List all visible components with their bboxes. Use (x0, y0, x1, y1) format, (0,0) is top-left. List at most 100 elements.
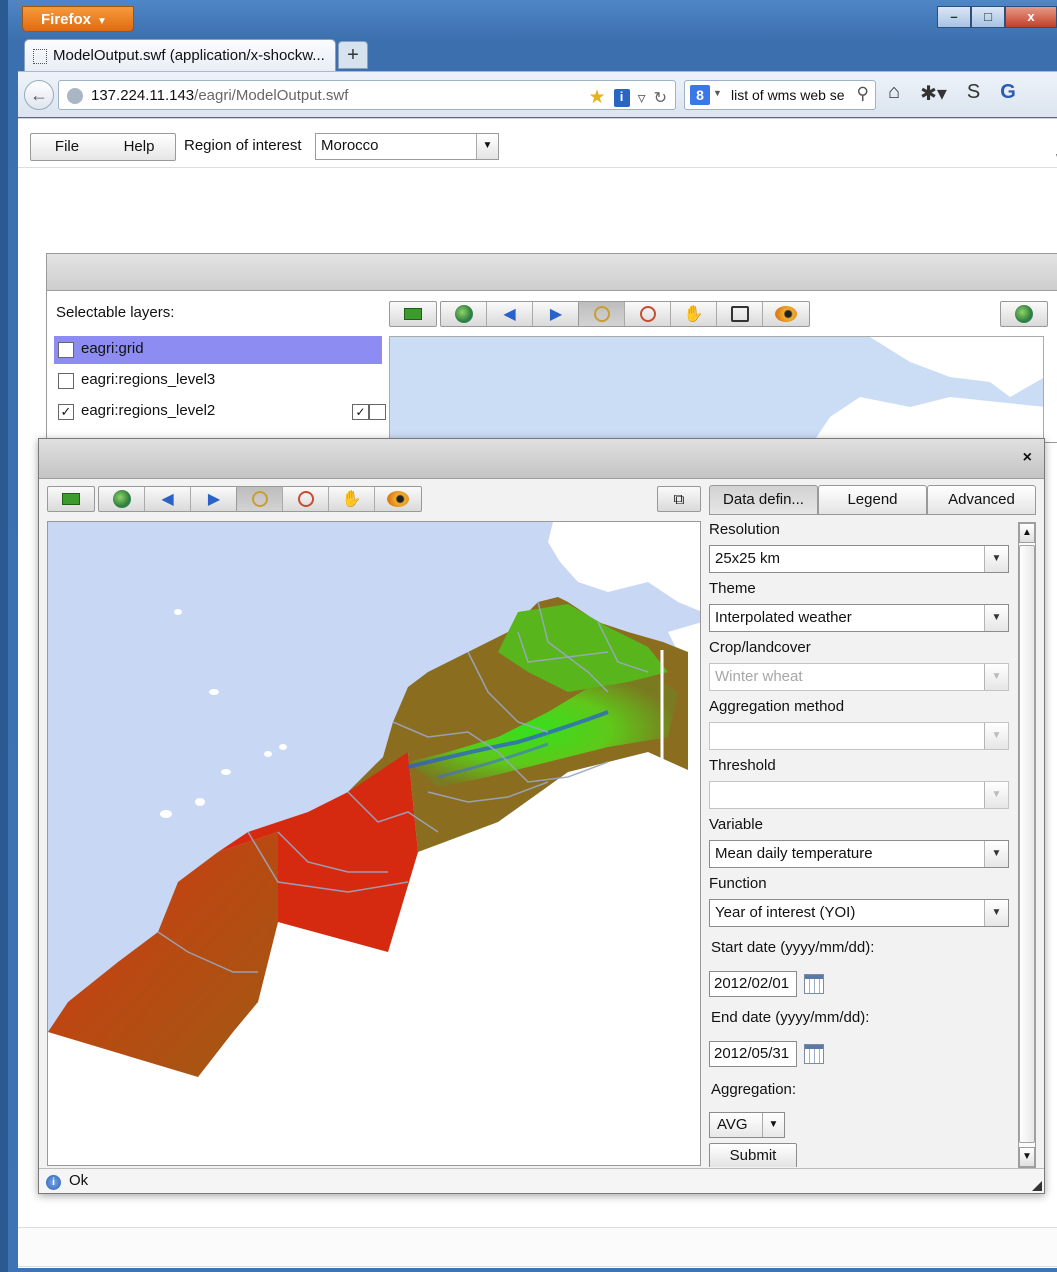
bg-map-toolbar-2: ◀ ▶ (440, 301, 580, 327)
identify-button[interactable] (763, 302, 809, 326)
triangle-right-icon: ▶ (207, 491, 221, 508)
background-map[interactable] (389, 336, 1044, 442)
tab-advanced[interactable]: Advanced (927, 485, 1036, 515)
globe-icon (112, 490, 131, 508)
tab-legend[interactable]: Legend (818, 485, 927, 515)
scroll-up-button[interactable]: ▲ (1019, 523, 1035, 543)
bg-map-toolbar-1 (389, 301, 437, 327)
layer-checkbox[interactable]: ✓ (58, 404, 74, 420)
previous-extent-button[interactable]: ◀ (487, 302, 533, 326)
full-extent-button[interactable] (441, 302, 487, 326)
region-of-interest-label: Region of interest (184, 137, 302, 154)
aggregation-select[interactable]: AVG ▼ (709, 1112, 785, 1138)
search-engine-dropdown-icon[interactable]: ▼ (713, 88, 722, 98)
pan-button[interactable]: ✋ (671, 302, 717, 326)
form-scrollbar[interactable]: ▲ ▼ (1018, 522, 1036, 1168)
pan-button[interactable]: ✋ (329, 487, 375, 511)
reload-icon[interactable]: ↻ (654, 88, 667, 108)
previous-extent-button[interactable]: ◀ (145, 487, 191, 511)
end-date-input[interactable]: 2012/05/31 (709, 1041, 797, 1067)
resolution-label: Resolution (709, 521, 780, 538)
layer-name: eagri:regions_level3 (81, 371, 216, 388)
close-icon[interactable]: × (1023, 449, 1032, 467)
maximize-button[interactable]: □ (971, 6, 1005, 28)
theme-value: Interpolated weather (715, 609, 852, 626)
threshold-select[interactable]: ▼ (709, 781, 1009, 809)
background-map-graphic (390, 337, 1043, 442)
zoom-out-button[interactable] (283, 487, 329, 511)
addon-icon[interactable]: ✱▾ (920, 81, 947, 106)
info-icon[interactable]: i (613, 88, 630, 107)
url-bar[interactable]: 137.224.11.143/eagri/ModelOutput.swf ★ i… (58, 80, 676, 110)
layer-visibility-toggle[interactable]: ✓ (352, 404, 386, 420)
layers-panel-header (47, 254, 1057, 291)
function-select[interactable]: Year of interest (YOI) ▼ (709, 899, 1009, 927)
dialog-header[interactable]: × (39, 439, 1044, 479)
layer-item-grid[interactable]: eagri:grid (54, 336, 382, 364)
bookmark-star-icon[interactable]: ★ (589, 86, 606, 109)
skype-icon[interactable]: S (967, 81, 980, 106)
help-menu[interactable]: Help (103, 134, 175, 160)
variable-value: Mean daily temperature (715, 845, 873, 862)
dropdown-arrow-icon[interactable]: ▿ (638, 88, 646, 108)
resolution-select[interactable]: 25x25 km ▼ (709, 545, 1009, 573)
file-menu[interactable]: File (31, 134, 103, 160)
layer-item-regions-level3[interactable]: eagri:regions_level3 (54, 367, 382, 395)
back-button[interactable]: ← (24, 80, 54, 110)
variable-select[interactable]: Mean daily temperature ▼ (709, 840, 1009, 868)
resolution-value: 25x25 km (715, 550, 781, 567)
layers-button[interactable] (390, 302, 436, 326)
full-extent-button[interactable] (99, 487, 145, 511)
layer-item-regions-level2[interactable]: ✓ eagri:regions_level2 ✓ (54, 398, 386, 426)
theme-select[interactable]: Interpolated weather ▼ (709, 604, 1009, 632)
status-text: Ok (69, 1172, 89, 1189)
firefox-menu-button[interactable]: Firefox ▼ (22, 6, 134, 32)
aggregation-method-select[interactable]: ▼ (709, 722, 1009, 750)
calendar-icon[interactable] (804, 974, 824, 994)
zoom-out-button[interactable] (625, 302, 671, 326)
globe-button[interactable] (1001, 302, 1047, 326)
hand-icon: ✋ (341, 491, 362, 508)
window-controls: – □ x (937, 6, 1057, 28)
scroll-down-button[interactable]: ▼ (1019, 1147, 1035, 1167)
calendar-icon[interactable] (804, 1044, 824, 1064)
resize-grip-icon[interactable] (1032, 1181, 1042, 1191)
aggregation-method-label: Aggregation method (709, 698, 845, 715)
output-map[interactable] (47, 521, 701, 1166)
tab-data-definition[interactable]: Data defin... (709, 485, 818, 515)
select-feature-button[interactable] (717, 302, 763, 326)
crop-select[interactable]: Winter wheat ▼ (709, 663, 1009, 691)
identify-button[interactable] (375, 487, 421, 511)
google-icon[interactable]: 8 (690, 85, 710, 105)
export-icon: ⧉ (673, 490, 685, 508)
crop-value: Winter wheat (715, 668, 803, 685)
region-of-interest-select[interactable]: Morocco ▼ (315, 133, 499, 160)
status-bar: i Ok (39, 1168, 1044, 1193)
submit-button[interactable]: Submit (709, 1143, 797, 1167)
crop-label: Crop/landcover (709, 639, 811, 656)
bg-map-toolbar-4 (1000, 301, 1048, 327)
chevron-down-icon: ▼ (984, 841, 1008, 867)
home-icon[interactable]: ⌂ (888, 81, 900, 106)
model-output-dialog: × ◀ ▶ ✋ ⧉ Data defin... Legend Advanced … (38, 438, 1045, 1194)
next-extent-button[interactable]: ▶ (191, 487, 237, 511)
browser-tab[interactable]: ModelOutput.swf (application/x-shockw... (24, 39, 336, 71)
scroll-thumb[interactable] (1019, 545, 1035, 1143)
gmail-icon[interactable]: G (1000, 81, 1016, 106)
layer-checkbox[interactable] (58, 373, 74, 389)
export-map-button[interactable]: ⧉ (657, 486, 701, 512)
layers-button[interactable] (48, 487, 94, 511)
layer-checkbox[interactable] (58, 342, 74, 358)
close-window-button[interactable]: x (1005, 6, 1057, 28)
new-tab-button[interactable]: + (338, 41, 368, 69)
zoom-in-button[interactable] (237, 487, 283, 511)
check-icon: ✓ (352, 404, 369, 420)
next-extent-button[interactable]: ▶ (533, 302, 579, 326)
globe-icon (1015, 305, 1033, 323)
layers-icon (62, 493, 80, 505)
search-icon[interactable]: ⚲ (856, 84, 869, 104)
minimize-button[interactable]: – (937, 6, 971, 28)
start-date-input[interactable]: 2012/02/01 (709, 971, 797, 997)
zoom-in-button[interactable] (579, 302, 625, 326)
search-bar[interactable]: 8 ▼ list of wms web se ⚲ (684, 80, 876, 110)
